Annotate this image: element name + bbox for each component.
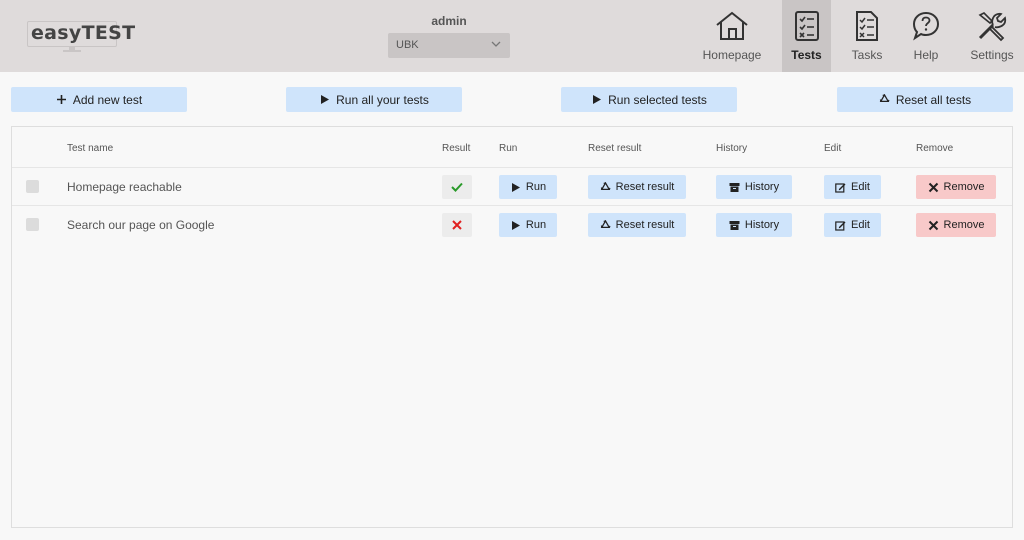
- run-selected-tests-button[interactable]: Run selected tests: [561, 87, 737, 112]
- nav-item-tasks[interactable]: Tasks: [843, 0, 891, 72]
- table-row: Homepage reachable Run Reset result Hist…: [12, 167, 1012, 205]
- nav-label-tasks: Tasks: [851, 48, 883, 62]
- test-name-cell: Homepage reachable: [67, 180, 182, 194]
- recycle-icon: [600, 181, 611, 190]
- tests-table: Test name Result Run Reset result Histor…: [11, 126, 1013, 528]
- tasks-list-icon: [856, 11, 878, 41]
- logo-monitor-base: [63, 50, 81, 52]
- column-header-result: Result: [442, 143, 471, 154]
- remove-test-button[interactable]: Remove: [916, 213, 996, 237]
- column-header-reset-result: Reset result: [588, 143, 642, 154]
- run-selected-tests-label: Run selected tests: [608, 92, 707, 107]
- history-label: History: [744, 181, 780, 193]
- recycle-icon: [879, 94, 890, 102]
- result-pass-badge: [442, 175, 472, 199]
- nav-label-settings: Settings: [970, 48, 1014, 62]
- remove-test-button[interactable]: Remove: [916, 175, 996, 199]
- checkmark-icon: [451, 182, 463, 192]
- history-button[interactable]: History: [716, 175, 792, 199]
- edit-test-label: Edit: [851, 219, 870, 231]
- row-select-checkbox[interactable]: [26, 218, 39, 231]
- reset-result-label: Reset result: [615, 219, 675, 231]
- remove-test-label: Remove: [943, 181, 985, 193]
- home-icon: [716, 11, 748, 40]
- app-logo: easyTEST: [27, 17, 135, 52]
- column-header-run: Run: [499, 143, 518, 154]
- reset-all-tests-button[interactable]: Reset all tests: [837, 87, 1013, 112]
- archive-box-icon: [729, 220, 740, 230]
- edit-pencil-icon: [835, 182, 846, 193]
- organization-select[interactable]: UBK: [388, 33, 510, 58]
- add-new-test-button[interactable]: Add new test: [11, 87, 187, 112]
- run-test-label: Run: [525, 219, 547, 231]
- help-icon: [912, 11, 940, 41]
- current-user-name: admin: [431, 14, 467, 28]
- column-header-remove: Remove: [916, 143, 954, 154]
- nav-item-help[interactable]: Help: [903, 0, 949, 72]
- reset-result-button[interactable]: Reset result: [588, 175, 686, 199]
- nav-item-tests[interactable]: Tests: [782, 0, 831, 72]
- reset-all-tests-label: Reset all tests: [895, 92, 972, 107]
- column-header-history: History: [716, 143, 748, 154]
- edit-pencil-icon: [835, 220, 846, 231]
- reset-result-button[interactable]: Reset result: [588, 213, 686, 237]
- run-test-button[interactable]: Run: [499, 175, 557, 199]
- cross-fail-icon: [452, 220, 462, 230]
- column-header-test-name: Test name: [67, 143, 114, 154]
- plus-icon: [56, 95, 66, 104]
- close-x-icon: [928, 220, 938, 230]
- reset-result-label: Reset result: [615, 181, 675, 193]
- app-header: easyTEST admin UBK Homepage Tests Tasks …: [0, 0, 1024, 72]
- nav-label-help: Help: [913, 48, 939, 62]
- run-all-tests-button[interactable]: Run all your tests: [286, 87, 462, 112]
- organization-select-value: UBK: [396, 39, 419, 51]
- settings-tools-icon: [978, 12, 1007, 42]
- history-label: History: [744, 219, 780, 231]
- column-header-edit: Edit: [824, 143, 842, 154]
- archive-box-icon: [729, 182, 740, 192]
- recycle-icon: [600, 219, 611, 228]
- row-select-checkbox[interactable]: [26, 180, 39, 193]
- nav-item-homepage[interactable]: Homepage: [699, 0, 765, 72]
- run-all-tests-label: Run all your tests: [336, 92, 429, 107]
- nav-label-homepage: Homepage: [702, 48, 762, 62]
- play-icon: [321, 95, 330, 104]
- table-row: Search our page on Google Run Reset resu…: [12, 205, 1012, 243]
- chevron-down-icon: [491, 41, 501, 47]
- edit-test-label: Edit: [851, 181, 870, 193]
- close-x-icon: [928, 182, 938, 192]
- play-icon: [511, 182, 520, 192]
- add-new-test-label: Add new test: [72, 92, 143, 107]
- edit-test-button[interactable]: Edit: [824, 213, 881, 237]
- tests-checklist-icon: [795, 11, 819, 41]
- logo-text: easyTEST: [31, 22, 136, 44]
- result-fail-badge: [442, 213, 472, 237]
- remove-test-label: Remove: [943, 219, 985, 231]
- run-test-label: Run: [525, 181, 547, 193]
- play-icon: [593, 95, 602, 104]
- run-test-button[interactable]: Run: [499, 213, 557, 237]
- history-button[interactable]: History: [716, 213, 792, 237]
- play-icon: [511, 220, 520, 230]
- test-name-cell: Search our page on Google: [67, 218, 215, 232]
- edit-test-button[interactable]: Edit: [824, 175, 881, 199]
- nav-item-settings[interactable]: Settings: [966, 0, 1018, 72]
- nav-label-tests: Tests: [791, 48, 822, 62]
